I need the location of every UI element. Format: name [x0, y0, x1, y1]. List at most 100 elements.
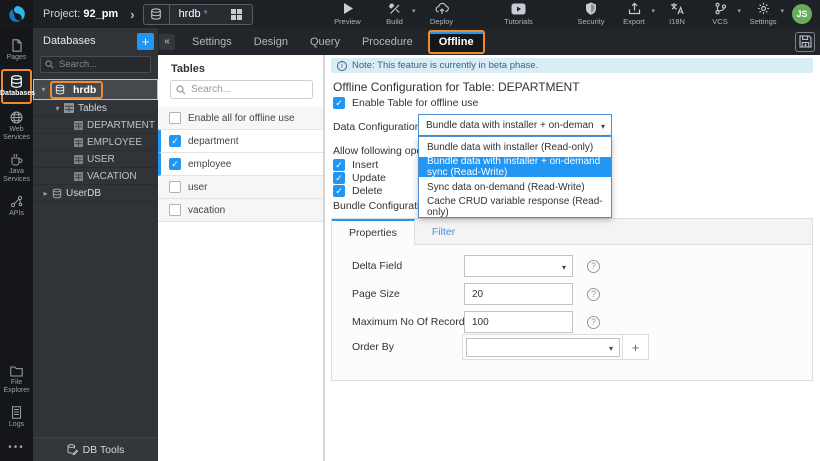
enable-table-row: Enable Table for offline use [333, 97, 478, 109]
vcs-button[interactable]: VCS ▾ [705, 2, 741, 26]
delta-field-select[interactable]: ▾ [464, 255, 573, 277]
sidebar-item-logs[interactable]: Logs [0, 402, 33, 433]
tree-node-label: UserDB [66, 187, 102, 199]
tree-node-table-user[interactable]: USER [33, 151, 158, 168]
pages-icon [11, 39, 23, 52]
search-icon [45, 60, 54, 69]
delta-field-help-icon[interactable] [587, 259, 600, 273]
page-size-help-icon[interactable] [587, 287, 600, 301]
security-shield-icon [585, 2, 597, 15]
dropdown-option-3[interactable]: Sync data on-demand (Read-Write) [419, 177, 611, 197]
tree-node-table-employee[interactable]: EMPLOYEE [33, 134, 158, 151]
order-by-select[interactable]: ▾ [466, 337, 620, 357]
export-button[interactable]: Export ▾ [619, 2, 655, 26]
i18n-translate-icon [670, 2, 684, 15]
preview-button[interactable]: Preview [333, 2, 363, 26]
save-button[interactable] [795, 31, 815, 52]
sidebar-item-pages[interactable]: Pages [0, 35, 33, 66]
open-document-tab-hrdb[interactable]: hrdb * [142, 3, 253, 25]
dropdown-option-1[interactable]: Bundle data with installer (Read-only) [419, 137, 611, 157]
max-records-input[interactable] [464, 311, 573, 333]
vcs-caret-icon: ▾ [737, 8, 741, 15]
security-button[interactable]: Security [576, 2, 606, 26]
tab-properties[interactable]: Properties [332, 219, 415, 245]
insert-label: Insert [352, 159, 379, 171]
top-bar: Project: 92_pm › hrdb * Preview Build ▾ … [0, 0, 820, 28]
vcs-branch-icon [714, 2, 727, 15]
order-by-group: ▾ [462, 334, 649, 360]
delete-operation-row: Delete [333, 185, 382, 197]
sidebar-item-java-services[interactable]: Java Services [0, 149, 33, 188]
order-by-add-button[interactable] [622, 334, 648, 360]
collapsed-arrow-icon[interactable]: ▸ [41, 189, 50, 198]
employee-checkbox[interactable] [169, 158, 181, 170]
tree-node-table-vacation[interactable]: VACATION [33, 168, 158, 185]
tree-node-hrdb[interactable]: ▾ hrdb [33, 79, 158, 100]
tab-filter[interactable]: Filter [415, 219, 472, 244]
topbar-secondary-actions: Security Export ▾ I18N VCS ▾ Settings ▾ [576, 2, 784, 26]
i18n-button[interactable]: I18N [662, 2, 692, 26]
table-icon [64, 103, 74, 113]
max-records-help-icon[interactable] [587, 315, 600, 329]
tree-node-tables-group[interactable]: ▾ Tables [33, 100, 158, 117]
sidebar-item-file-explorer[interactable]: File Explorer [0, 362, 33, 399]
build-button[interactable]: Build ▾ [380, 2, 416, 26]
databases-panel: Databases ▾ hrdb ▾ Tables DEPARTMENT EMP… [33, 28, 158, 461]
tab-procedure[interactable]: Procedure [351, 28, 424, 55]
enable-all-checkbox[interactable] [169, 112, 181, 124]
dropdown-option-4[interactable]: Cache CRUD variable response (Read-only) [419, 196, 611, 218]
tab-design[interactable]: Design [243, 28, 299, 55]
vacation-checkbox[interactable] [169, 204, 181, 216]
table-row-employee[interactable]: employee [158, 153, 323, 176]
beta-note-banner: Note: This feature is currently in beta … [331, 58, 813, 73]
tree-node-userdb[interactable]: ▸ UserDB [33, 185, 158, 202]
department-checkbox[interactable] [169, 135, 181, 147]
expand-arrow-icon[interactable]: ▾ [39, 85, 48, 94]
table-row-user[interactable]: user [158, 176, 323, 199]
chevron-down-icon: ▾ [561, 263, 566, 272]
data-configuration-select[interactable]: Bundle data with installer + on-demand s… [418, 114, 612, 136]
update-operation-row: Update [333, 172, 386, 184]
tab-offline[interactable]: Offline [427, 29, 485, 54]
table-icon [74, 120, 83, 130]
db-tools-label: DB Tools [82, 443, 125, 456]
table-row-label: user [188, 181, 208, 193]
sidebar-item-apis[interactable]: APIs [0, 191, 33, 222]
more-options-icon[interactable]: ••• [8, 436, 25, 461]
table-row-department[interactable]: department [158, 130, 323, 153]
delete-checkbox[interactable] [333, 185, 345, 197]
bundle-configuration-label: Bundle Configuration [333, 200, 432, 212]
enable-table-checkbox[interactable] [333, 97, 345, 109]
database-search-input[interactable] [40, 56, 151, 73]
settings-button[interactable]: Settings ▾ [748, 2, 784, 26]
table-icon [74, 137, 83, 147]
user-checkbox[interactable] [169, 181, 181, 193]
collapse-panel-button[interactable] [159, 33, 175, 50]
tables-search-input[interactable] [170, 80, 313, 99]
expand-arrow-icon[interactable]: ▾ [53, 104, 62, 113]
update-checkbox[interactable] [333, 172, 345, 184]
apis-nodes-icon [10, 195, 23, 208]
web-services-globe-icon [10, 111, 23, 124]
doc-tab-label: hrdb [178, 8, 201, 20]
deploy-button[interactable]: Deploy [427, 2, 457, 26]
sidebar-item-web-services[interactable]: Web Services [0, 107, 33, 146]
app-logo[interactable] [0, 0, 33, 28]
table-row-enable-all[interactable]: Enable all for offline use [158, 107, 323, 130]
build-tools-icon [388, 2, 401, 15]
db-tools-button[interactable]: DB Tools [33, 437, 158, 461]
table-row-vacation[interactable]: vacation [158, 199, 323, 222]
page-size-input[interactable] [464, 283, 573, 305]
add-database-button[interactable] [137, 32, 154, 50]
tree-node-table-department[interactable]: DEPARTMENT [33, 117, 158, 134]
user-avatar[interactable]: JS [792, 4, 812, 24]
tutorials-button[interactable]: Tutorials [504, 3, 534, 26]
database-icon [52, 188, 62, 199]
sidebar-item-databases[interactable]: Databases [0, 69, 35, 104]
insert-checkbox[interactable] [333, 159, 345, 171]
page-title: Offline Configuration for Table: DEPARTM… [333, 80, 580, 94]
grid-view-icon[interactable] [222, 5, 252, 24]
tab-query[interactable]: Query [299, 28, 351, 55]
dropdown-option-2-selected[interactable]: Bundle data with installer + on-demand s… [419, 156, 611, 178]
tab-settings[interactable]: Settings [181, 28, 243, 55]
